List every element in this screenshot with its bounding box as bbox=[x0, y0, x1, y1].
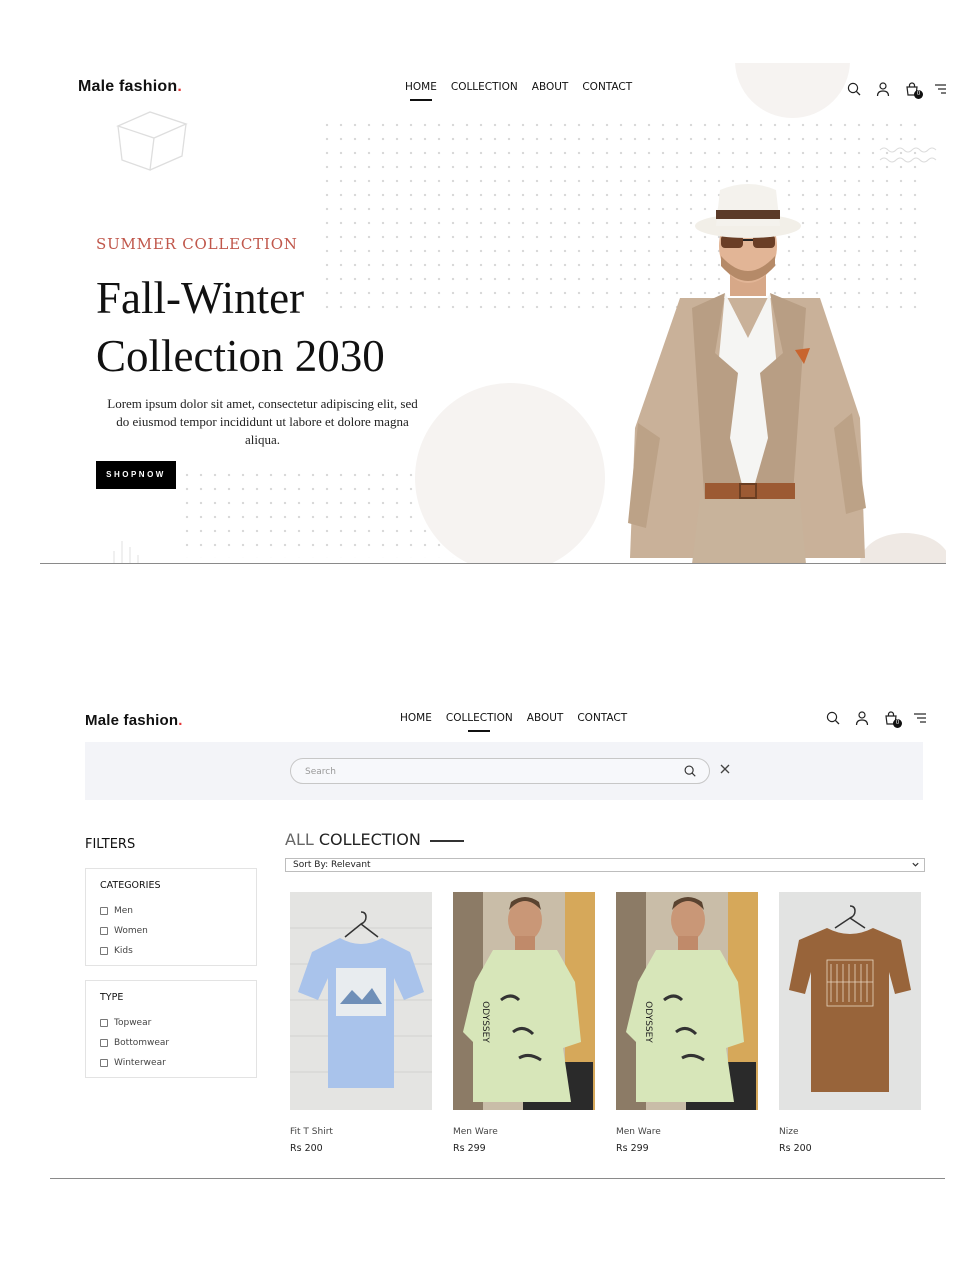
product-image[interactable] bbox=[290, 892, 432, 1110]
product-price: Rs 200 bbox=[779, 1143, 812, 1154]
filter-option-kids[interactable]: Kids bbox=[100, 946, 133, 956]
cube-decoration-icon bbox=[116, 111, 188, 171]
collection-screen: Male fashion. HOME COLLECTION ABOUT CONT… bbox=[50, 700, 945, 1178]
svg-text:ODYSSEY: ODYSSEY bbox=[643, 1001, 653, 1043]
header-nav: Male fashion. HOME COLLECTION ABOUT CONT… bbox=[40, 63, 946, 113]
chevron-down-icon bbox=[912, 862, 919, 867]
product-name: Fit T Shirt bbox=[290, 1127, 333, 1137]
filter-option-bottomwear[interactable]: Bottomwear bbox=[100, 1038, 169, 1048]
product-card[interactable]: Fit T Shirt Rs 200 bbox=[290, 892, 432, 1154]
bottom-divider bbox=[50, 1178, 945, 1179]
brand-logo-2[interactable]: Male fashion. bbox=[85, 712, 183, 729]
sort-select[interactable]: Sort By: Relevant bbox=[285, 858, 925, 872]
nav-home[interactable]: HOME bbox=[400, 712, 432, 724]
product-card[interactable]: Nize Rs 200 bbox=[779, 892, 921, 1154]
search-input[interactable] bbox=[305, 764, 665, 779]
nav-links-2: HOME COLLECTION ABOUT CONTACT bbox=[400, 712, 627, 724]
hero-title-line-2: Collection 2030 bbox=[96, 331, 385, 381]
checkbox[interactable] bbox=[100, 1019, 108, 1027]
filters-title: FILTERS bbox=[85, 837, 136, 852]
nav-home[interactable]: HOME bbox=[405, 81, 437, 93]
shop-now-button[interactable]: SHOPNOW bbox=[96, 461, 176, 489]
hero-title: Fall-Winter Collection 2030 bbox=[96, 269, 436, 385]
user-icon[interactable] bbox=[875, 81, 891, 97]
cart-count-badge: 0 bbox=[914, 90, 923, 99]
bars-decoration-icon bbox=[113, 541, 139, 563]
filter-option-men[interactable]: Men bbox=[100, 906, 133, 916]
search-bar-section bbox=[85, 742, 923, 800]
hero-bottom-divider bbox=[40, 563, 946, 564]
close-icon[interactable] bbox=[718, 762, 732, 776]
product-price: Rs 200 bbox=[290, 1143, 323, 1154]
brand-logo[interactable]: Male fashion. bbox=[78, 78, 182, 96]
search-icon[interactable] bbox=[683, 764, 697, 778]
categories-title: CATEGORIES bbox=[100, 880, 161, 891]
search-icon[interactable] bbox=[846, 81, 862, 97]
nav-icons-2: 0 bbox=[825, 710, 928, 728]
product-card[interactable]: ODYSSEY Men Ware Rs 299 bbox=[616, 892, 758, 1154]
nav-about[interactable]: ABOUT bbox=[532, 81, 569, 93]
product-image[interactable]: ODYSSEY bbox=[616, 892, 758, 1110]
hero-subtitle: SUMMER COLLECTION bbox=[96, 235, 298, 253]
hero-title-line-1: Fall-Winter bbox=[96, 273, 305, 323]
cart-count-badge: 0 bbox=[893, 719, 902, 728]
home-hero-screen: Male fashion. HOME COLLECTION ABOUT CONT… bbox=[40, 63, 946, 563]
nav-collection[interactable]: COLLECTION bbox=[446, 712, 513, 724]
cart-icon[interactable]: 0 bbox=[883, 710, 902, 728]
nav-collection[interactable]: COLLECTION bbox=[451, 81, 518, 93]
categories-filter: CATEGORIES Men Women Kids bbox=[85, 868, 257, 966]
menu-icon[interactable] bbox=[912, 710, 928, 726]
sort-label: Sort By: Relevant bbox=[293, 860, 371, 870]
menu-icon[interactable] bbox=[933, 81, 946, 97]
checkbox[interactable] bbox=[100, 1059, 108, 1067]
product-price: Rs 299 bbox=[616, 1143, 649, 1154]
search-box bbox=[290, 758, 710, 784]
decor-circle-large bbox=[415, 383, 605, 563]
nav-links: HOME COLLECTION ABOUT CONTACT bbox=[405, 81, 632, 93]
checkbox[interactable] bbox=[100, 907, 108, 915]
hero-model-image bbox=[628, 184, 866, 563]
collection-title-line bbox=[430, 840, 464, 842]
nav-icons: 0 bbox=[846, 81, 946, 99]
product-card[interactable]: ODYSSEY Men Ware Rs 299 bbox=[453, 892, 595, 1154]
filter-option-topwear[interactable]: Topwear bbox=[100, 1018, 151, 1028]
zigzag-decoration-icon bbox=[879, 147, 937, 163]
nav-contact[interactable]: CONTACT bbox=[582, 81, 632, 93]
product-name: Men Ware bbox=[616, 1127, 661, 1137]
user-icon[interactable] bbox=[854, 710, 870, 726]
type-filter: TYPE Topwear Bottomwear Winterwear bbox=[85, 980, 257, 1078]
product-name: Men Ware bbox=[453, 1127, 498, 1137]
search-icon[interactable] bbox=[825, 710, 841, 726]
checkbox[interactable] bbox=[100, 947, 108, 955]
product-image[interactable]: ODYSSEY bbox=[453, 892, 595, 1110]
hero-description: Lorem ipsum dolor sit amet, consectetur … bbox=[107, 396, 418, 447]
decor-circle-bottom-right bbox=[860, 533, 946, 563]
product-price: Rs 299 bbox=[453, 1143, 486, 1154]
type-title: TYPE bbox=[100, 992, 124, 1003]
nav-contact[interactable]: CONTACT bbox=[577, 712, 627, 724]
checkbox[interactable] bbox=[100, 1039, 108, 1047]
filter-option-winterwear[interactable]: Winterwear bbox=[100, 1058, 166, 1068]
checkbox[interactable] bbox=[100, 927, 108, 935]
product-image[interactable] bbox=[779, 892, 921, 1110]
svg-text:ODYSSEY: ODYSSEY bbox=[480, 1001, 490, 1043]
cart-icon[interactable]: 0 bbox=[904, 81, 923, 99]
product-name: Nize bbox=[779, 1127, 799, 1137]
collection-title: ALL COLLECTION bbox=[285, 830, 421, 849]
filter-option-women[interactable]: Women bbox=[100, 926, 148, 936]
nav-about[interactable]: ABOUT bbox=[527, 712, 564, 724]
